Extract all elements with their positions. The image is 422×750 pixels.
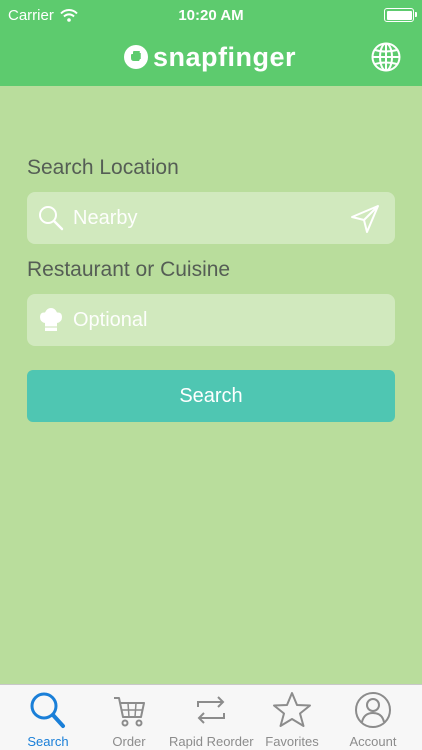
cuisine-label: Restaurant or Cuisine: [27, 258, 231, 281]
location-arrow-icon[interactable]: [349, 203, 381, 235]
location-label: Search Location: [27, 156, 179, 179]
tab-rapid-reorder[interactable]: Rapid Reorder: [169, 685, 254, 750]
tab-account-label: Account: [349, 734, 397, 749]
tab-bar: Search Order Rapid Reorder Favorites Acc…: [0, 684, 422, 750]
battery-icon: [384, 8, 417, 22]
cart-icon: [114, 697, 145, 727]
header-bar: Carrier 10:20 AM snapfinger: [0, 0, 422, 86]
hand-icon: [124, 45, 148, 69]
tab-account[interactable]: Account: [331, 685, 415, 750]
tab-favorites[interactable]: Favorites: [250, 685, 334, 750]
logo-text: snapfinger: [153, 42, 297, 72]
chef-hat-icon: [40, 308, 62, 331]
repeat-icon: [197, 696, 225, 724]
tab-search-label: Search: [27, 734, 69, 749]
status-time: 10:20 AM: [178, 7, 244, 24]
tab-search[interactable]: Search: [6, 685, 90, 750]
status-bar: Carrier 10:20 AM: [0, 0, 422, 30]
tab-favorites-label: Favorites: [265, 734, 319, 749]
cuisine-input[interactable]: [73, 294, 343, 346]
cuisine-field[interactable]: [27, 294, 395, 346]
tab-order-label: Order: [112, 734, 146, 749]
user-icon: [355, 692, 391, 728]
location-input[interactable]: [73, 192, 343, 244]
globe-icon[interactable]: [370, 41, 402, 73]
tab-order[interactable]: Order: [87, 685, 171, 750]
star-icon: [273, 692, 311, 727]
app-logo: snapfinger: [124, 42, 296, 72]
tab-rapid-reorder-label: Rapid Reorder: [169, 734, 254, 749]
search-button[interactable]: Search: [27, 370, 395, 422]
search-icon: [39, 206, 64, 231]
location-field[interactable]: [27, 192, 395, 244]
search-icon: [30, 692, 65, 728]
